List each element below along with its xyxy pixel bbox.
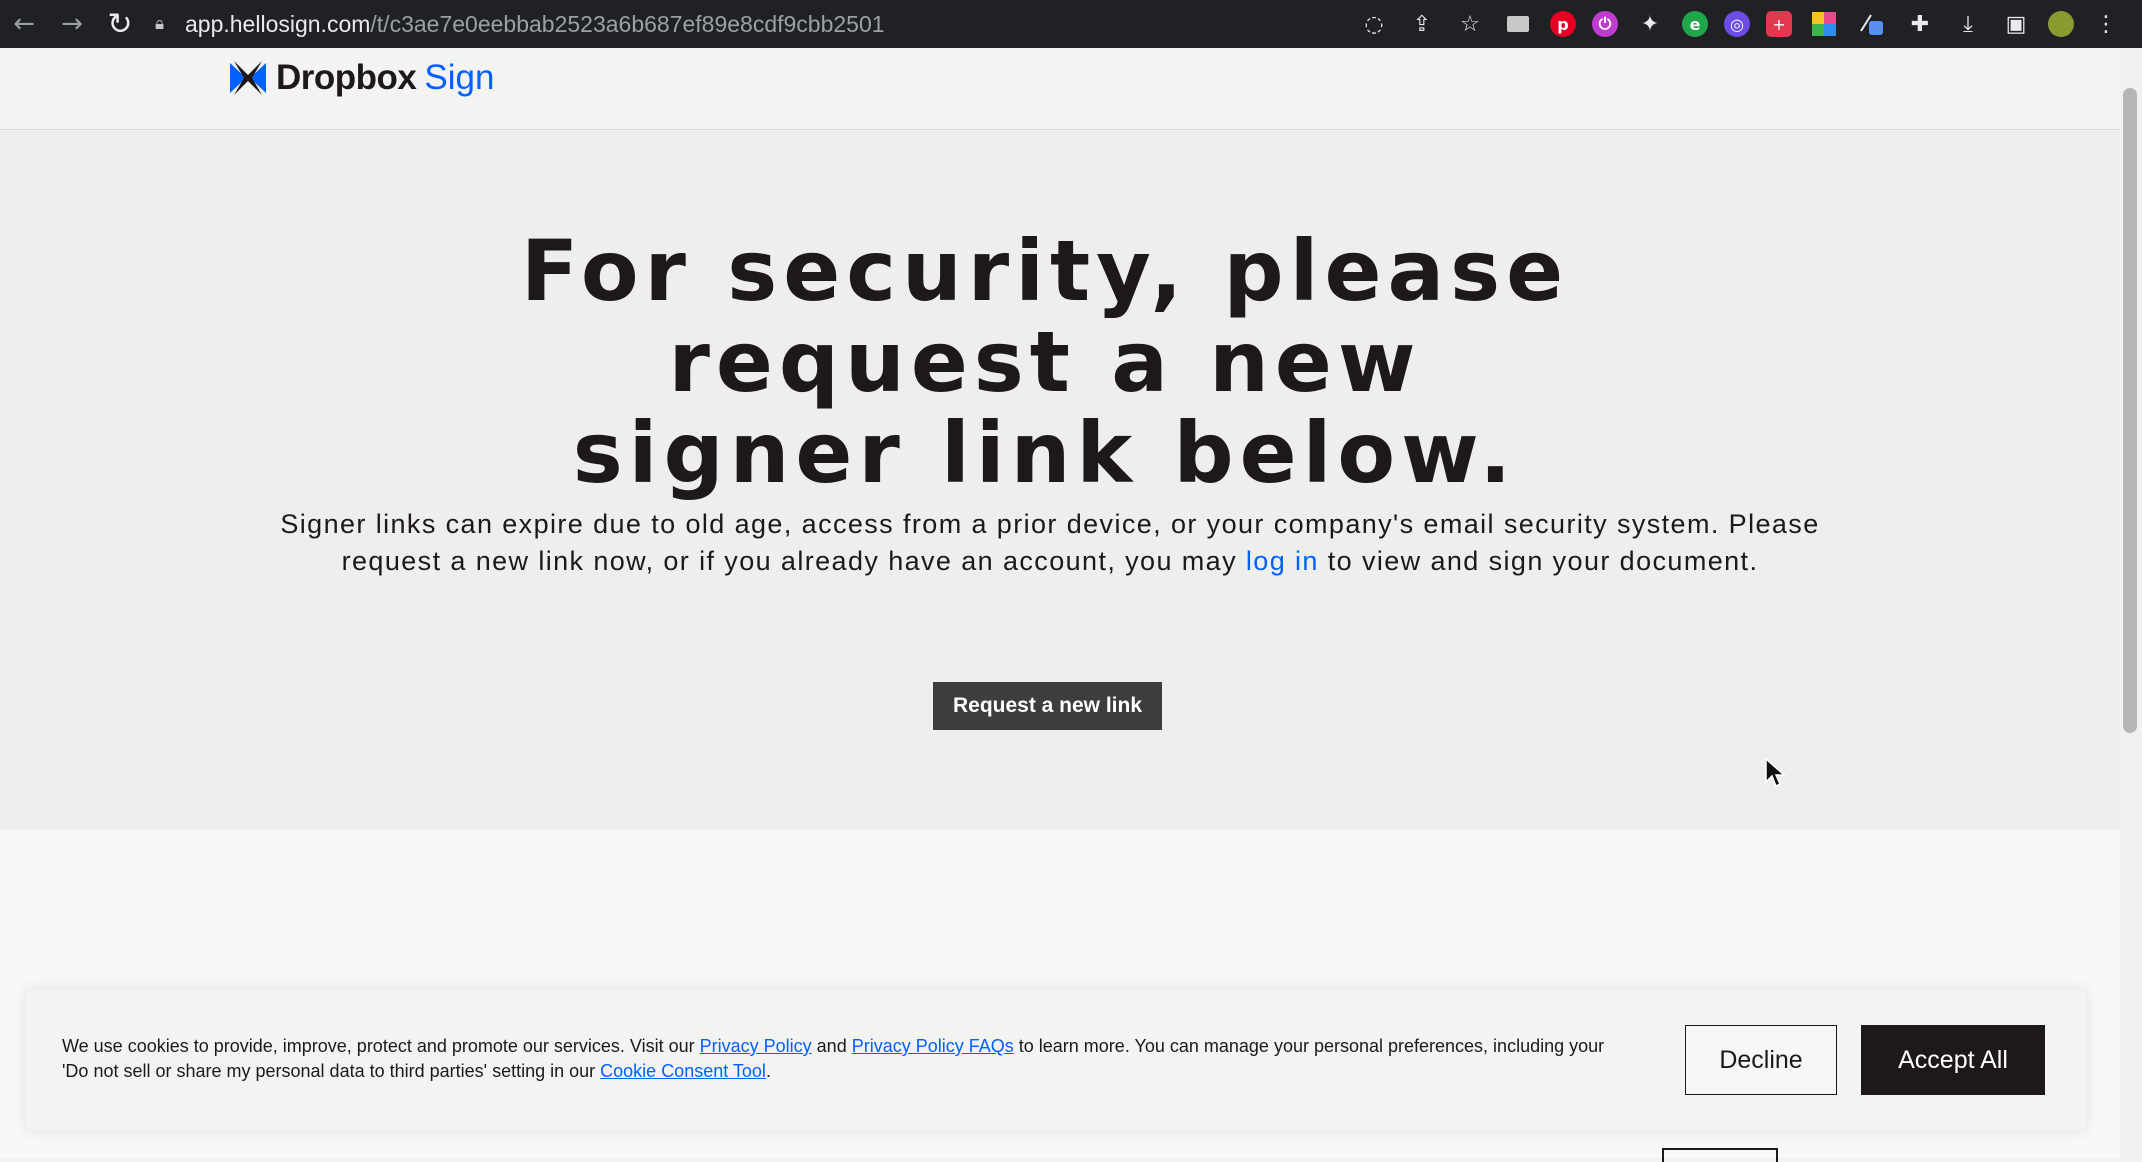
url-host: app.hellosign.com xyxy=(185,10,371,37)
sparkle-extension-icon[interactable]: ✦ xyxy=(1634,8,1666,40)
expiry-explanation: Signer links can expire due to old age, … xyxy=(270,506,1830,580)
cookie-consent-tool-link[interactable]: Cookie Consent Tool xyxy=(600,1061,766,1081)
expired-link-section: For security, please request a new signe… xyxy=(0,131,2120,829)
reload-icon[interactable]: ↻ xyxy=(96,0,144,48)
profile-avatar-icon[interactable] xyxy=(2048,11,2074,37)
mail-extension-icon[interactable] xyxy=(1502,8,1534,40)
side-panel-icon[interactable]: ▣ xyxy=(2000,8,2032,40)
cookie-text-end: . xyxy=(765,1061,771,1081)
pinterest-icon[interactable]: p xyxy=(1550,11,1576,37)
dropbox-sign-mark-icon xyxy=(230,61,266,95)
cookie-text-and: and xyxy=(811,1036,852,1056)
dropbox-sign-logo[interactable]: Dropbox Sign xyxy=(230,58,494,98)
explanation-text-end: to view and sign your document. xyxy=(1318,546,1759,576)
decline-cookies-button[interactable]: Decline xyxy=(1685,1025,1837,1095)
lock-icon[interactable]: 🔒︎ xyxy=(155,14,185,34)
cookie-notice-text: We use cookies to provide, improve, prot… xyxy=(62,1034,1622,1084)
forward-arrow-icon[interactable]: → xyxy=(48,0,96,48)
plus-extension-icon[interactable]: + xyxy=(1766,11,1792,37)
log-in-link[interactable]: log in xyxy=(1246,546,1319,576)
evernote-icon[interactable]: e xyxy=(1682,11,1708,37)
logo-text-dropbox: Dropbox xyxy=(276,58,417,97)
purple-extension-icon[interactable]: ◎ xyxy=(1724,11,1750,37)
puzzle-extensions-icon[interactable]: ✚ xyxy=(1904,8,1936,40)
extension-toolbar: ◌ ⇪ ☆ p ⏻ ✦ e ◎ + ✚ ⤓ ▣ ⋮ xyxy=(1358,0,2122,48)
cookie-consent-banner: We use cookies to provide, improve, prot… xyxy=(26,990,2086,1130)
url-path: /t/c3ae7e0eebbab2523a6b687ef89e8cdf9cbb2… xyxy=(370,10,885,37)
page-scrollbar[interactable] xyxy=(2120,48,2142,1158)
back-arrow-icon[interactable]: ← xyxy=(0,0,48,48)
page-title: For security, please request a new signe… xyxy=(520,222,1570,502)
browser-toolbar: ← → ↻ 🔒︎ app.hellosign.com/t/c3ae7e0eebb… xyxy=(0,0,2142,48)
color-grid-extension-icon[interactable] xyxy=(1808,8,1840,40)
logo-text-sign: Sign xyxy=(424,58,495,97)
eye-slash-icon[interactable]: ◌ xyxy=(1358,8,1390,40)
download-icon[interactable]: ⤓ xyxy=(1952,8,1984,40)
accept-all-cookies-button[interactable]: Accept All xyxy=(1861,1025,2045,1095)
site-header: Dropbox Sign xyxy=(0,48,2120,130)
pen-extension-icon[interactable] xyxy=(1856,8,1888,40)
scrollbar-thumb[interactable] xyxy=(2123,88,2137,733)
privacy-policy-faqs-link[interactable]: Privacy Policy FAQs xyxy=(852,1036,1014,1056)
request-new-link-button[interactable]: Request a new link xyxy=(933,682,1162,730)
mouse-pointer-icon xyxy=(1765,758,1786,788)
cookie-text-start: We use cookies to provide, improve, prot… xyxy=(62,1036,700,1056)
privacy-policy-link[interactable]: Privacy Policy xyxy=(700,1036,812,1056)
partially-hidden-button xyxy=(1662,1148,1778,1162)
share-icon[interactable]: ⇪ xyxy=(1406,8,1438,40)
bookmark-star-icon[interactable]: ☆ xyxy=(1454,8,1486,40)
kebab-menu-icon[interactable]: ⋮ xyxy=(2090,8,2122,40)
power-extension-icon[interactable]: ⏻ xyxy=(1592,11,1618,37)
address-bar[interactable]: 🔒︎ app.hellosign.com/t/c3ae7e0eebbab2523… xyxy=(155,5,1295,43)
